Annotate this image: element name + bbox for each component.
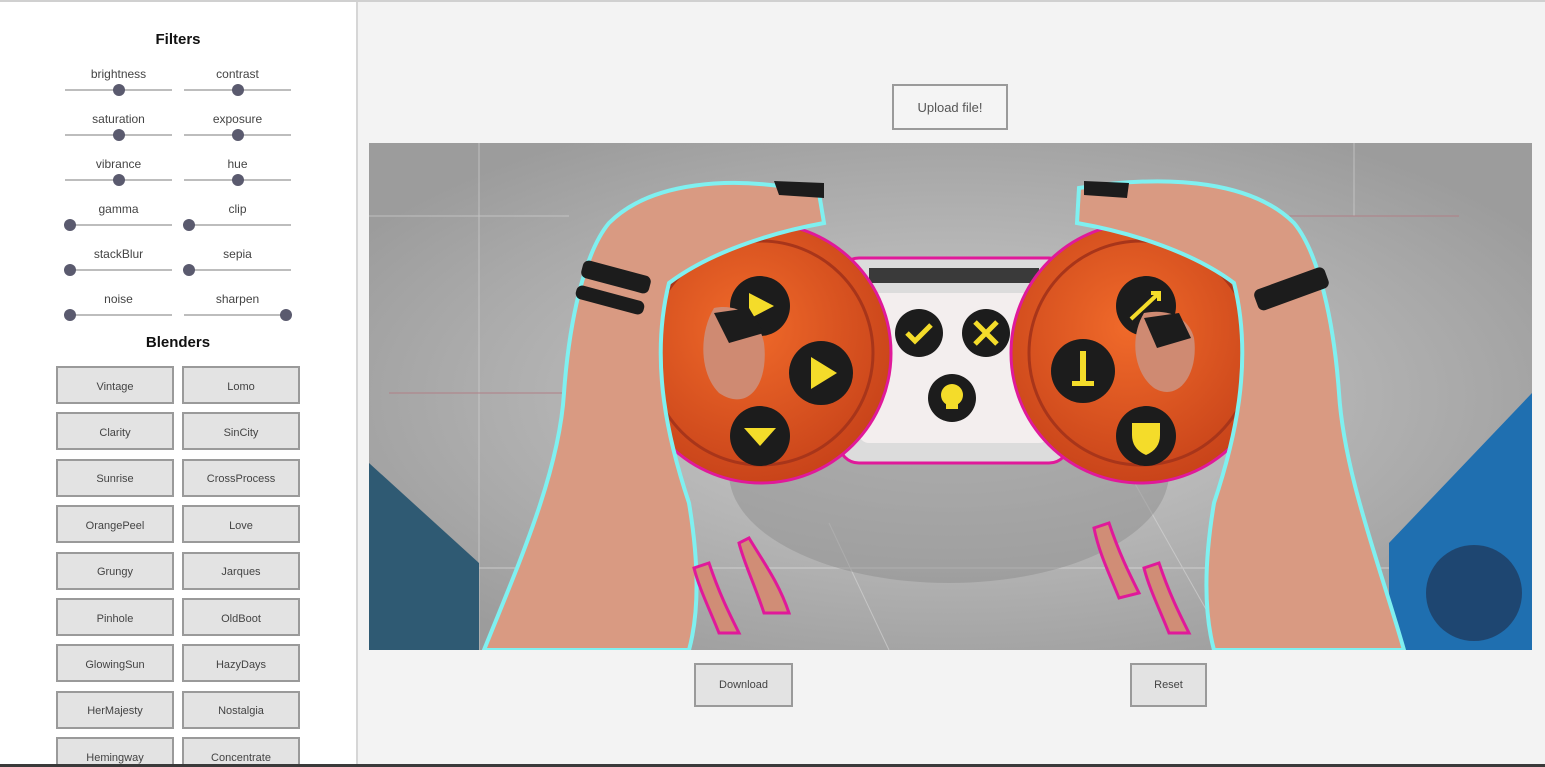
- blender-pinhole-button[interactable]: Pinhole: [56, 598, 174, 636]
- slider-label: gamma: [98, 202, 139, 216]
- slider-thumb[interactable]: [64, 219, 76, 231]
- slider-brightness[interactable]: brightness: [65, 67, 172, 107]
- slider-thumb[interactable]: [231, 174, 244, 186]
- upload-file-button[interactable]: Upload file!: [892, 84, 1008, 130]
- blender-hazydays-button[interactable]: HazyDays: [182, 644, 300, 683]
- main-area: Upload file! Download Reset: [358, 2, 1545, 764]
- slider-thumb[interactable]: [231, 84, 244, 96]
- dragon-logo: [1426, 545, 1522, 641]
- slider-noise[interactable]: noise: [64, 292, 172, 332]
- slider-label: sharpen: [215, 292, 260, 306]
- slider-label: saturation: [92, 112, 145, 126]
- blender-nostalgia-button[interactable]: Nostalgia: [182, 690, 300, 729]
- blender-hermajesty-button[interactable]: HerMajesty: [56, 690, 174, 729]
- blenders-title: Blenders: [145, 334, 211, 351]
- blender-crossprocess-button[interactable]: CrossProcess: [182, 458, 300, 497]
- slider-track[interactable]: [184, 269, 291, 271]
- blender-orangepeel-button[interactable]: OrangePeel: [56, 505, 174, 544]
- slider-track[interactable]: [65, 224, 172, 226]
- blender-grungy-button[interactable]: Grungy: [56, 551, 174, 590]
- slider-label: contrast: [216, 67, 259, 81]
- slider-hue[interactable]: hue: [184, 157, 291, 197]
- slider-stackblur[interactable]: stackBlur: [64, 247, 172, 287]
- slider-label: vibrance: [95, 157, 142, 171]
- blender-oldboot-button[interactable]: OldBoot: [182, 598, 300, 636]
- slider-thumb[interactable]: [64, 309, 76, 321]
- slider-thumb[interactable]: [183, 264, 195, 276]
- slider-label: exposure: [212, 112, 263, 126]
- slider-label: sepia: [223, 247, 252, 261]
- slider-thumb[interactable]: [112, 174, 125, 186]
- blender-sunrise-button[interactable]: Sunrise: [56, 458, 174, 497]
- slider-thumb[interactable]: [231, 129, 244, 141]
- slider-contrast[interactable]: contrast: [184, 67, 291, 107]
- slider-thumb[interactable]: [280, 309, 292, 321]
- slider-label: clip: [228, 202, 247, 216]
- slider-gamma[interactable]: gamma: [64, 202, 172, 242]
- slider-label: brightness: [90, 67, 147, 81]
- slider-vibrance[interactable]: vibrance: [65, 157, 172, 197]
- blender-hemingway-button[interactable]: Hemingway: [56, 737, 174, 764]
- check-icon: [895, 309, 943, 357]
- blender-love-button[interactable]: Love: [182, 505, 300, 544]
- slider-thumb[interactable]: [112, 84, 125, 96]
- slider-clip[interactable]: clip: [183, 202, 291, 242]
- slider-sepia[interactable]: sepia: [183, 247, 291, 287]
- blender-concentrate-button[interactable]: Concentrate: [182, 737, 300, 764]
- blender-lomo-button[interactable]: Lomo: [182, 366, 300, 404]
- slider-track[interactable]: [65, 269, 172, 271]
- slider-exposure[interactable]: exposure: [184, 112, 291, 152]
- slider-thumb[interactable]: [183, 219, 195, 231]
- download-button[interactable]: Download: [694, 663, 793, 707]
- blender-sincity-button[interactable]: SinCity: [182, 412, 300, 451]
- sidebar: Filters brightness contrast saturation expo…: [0, 2, 358, 764]
- slider-thumb[interactable]: [64, 264, 76, 276]
- slider-track[interactable]: [184, 314, 291, 316]
- filters-title: Filters: [155, 31, 201, 48]
- reset-button[interactable]: Reset: [1130, 663, 1207, 707]
- blender-jarques-button[interactable]: Jarques: [182, 551, 300, 590]
- image-canvas: [369, 143, 1532, 650]
- slider-sharpen[interactable]: sharpen: [184, 292, 292, 332]
- blender-glowingsun-button[interactable]: GlowingSun: [56, 644, 174, 683]
- slider-track[interactable]: [184, 224, 291, 226]
- slider-thumb[interactable]: [112, 129, 125, 141]
- slider-track[interactable]: [65, 314, 172, 316]
- slider-label: hue: [227, 157, 248, 171]
- slider-label: stackBlur: [93, 247, 144, 261]
- blender-clarity-button[interactable]: Clarity: [56, 412, 174, 451]
- slider-label: noise: [104, 292, 133, 306]
- blender-vintage-button[interactable]: Vintage: [56, 366, 174, 404]
- slider-saturation[interactable]: saturation: [65, 112, 172, 152]
- controller-artwork: [369, 143, 1532, 650]
